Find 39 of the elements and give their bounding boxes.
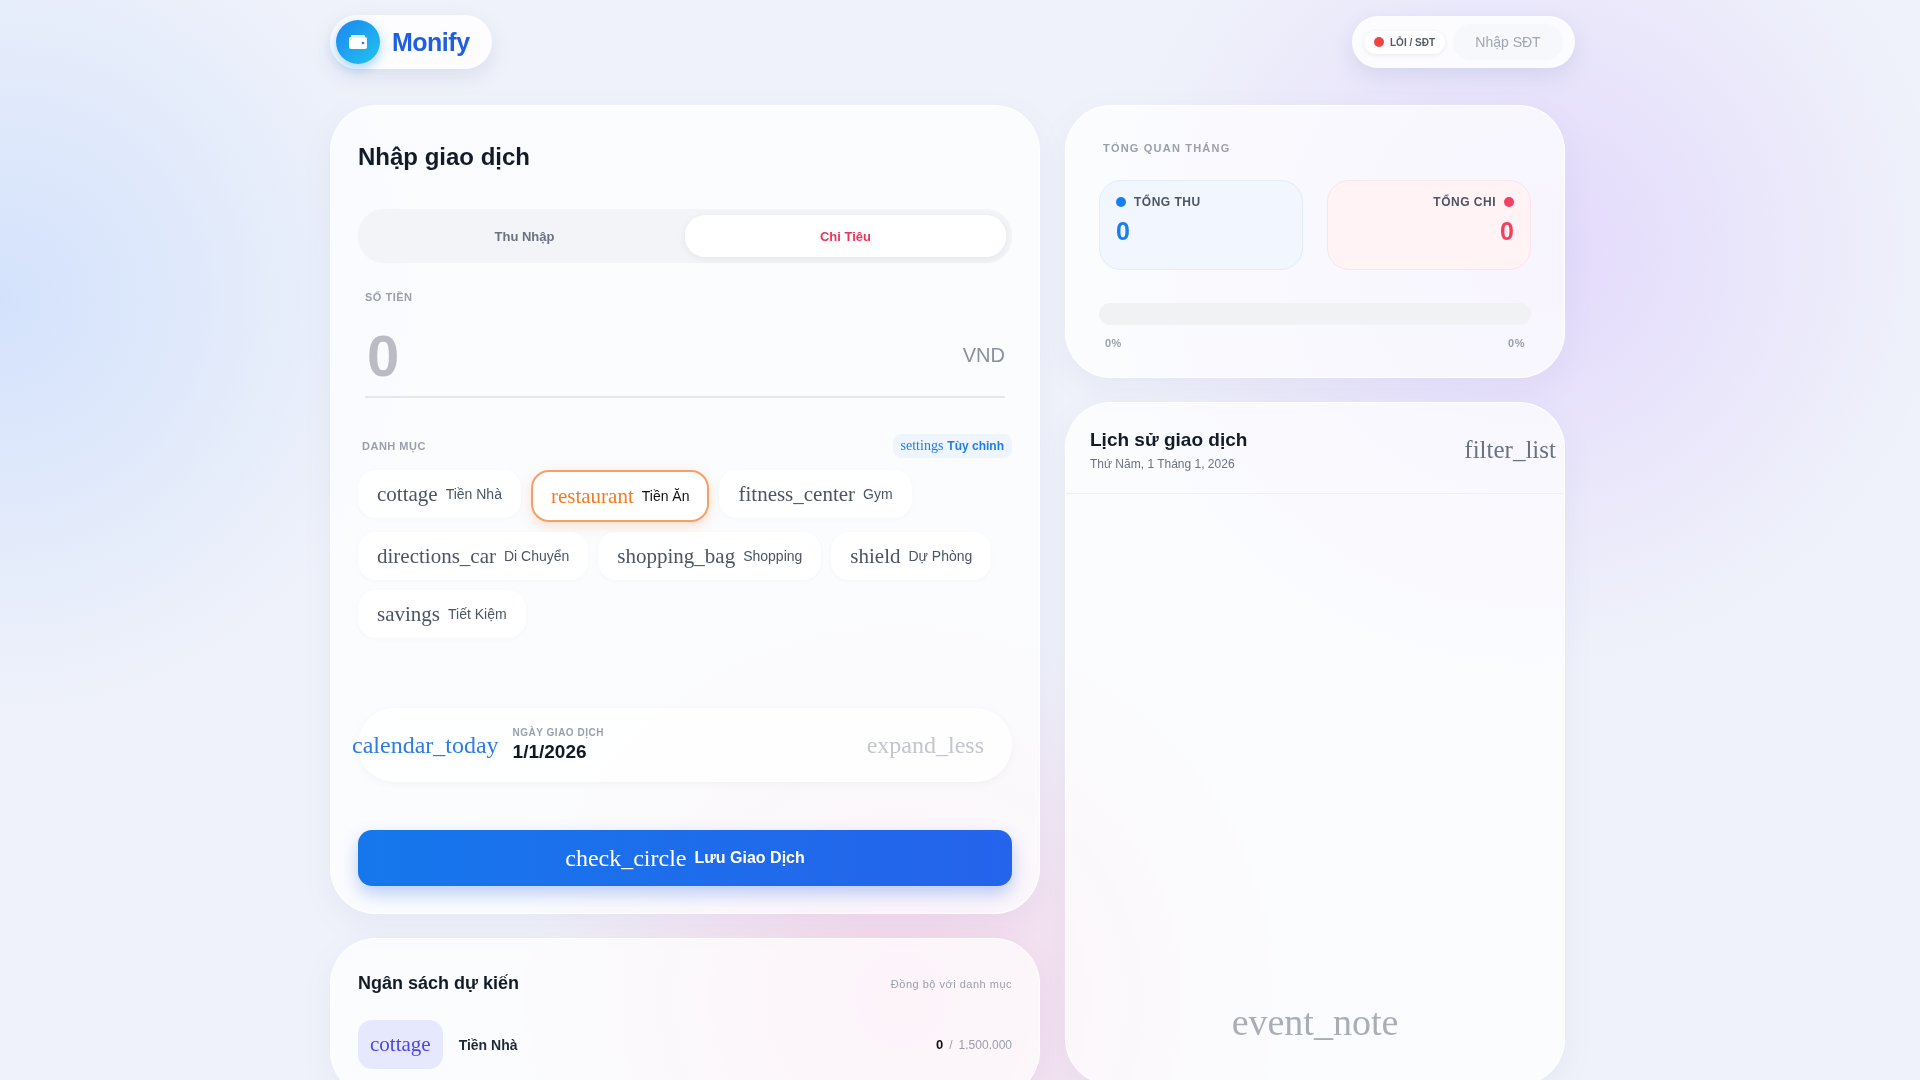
customize-button[interactable]: settings Tùy chỉnh <box>892 434 1012 458</box>
amount-field[interactable]: 0 <box>365 321 963 390</box>
total-label: TỔNG CHI <box>1433 195 1496 209</box>
category-chip[interactable]: cottage Tiền Nhà <box>358 470 521 518</box>
total-value: 0 <box>1500 217 1514 246</box>
category-chip[interactable]: shield Dự Phòng <box>831 532 992 580</box>
budget-name: Tiền Nhà <box>458 1036 519 1053</box>
category-chip[interactable]: directions_car Di Chuyển <box>358 532 589 580</box>
percent-label: 0% <box>1508 337 1525 349</box>
status-badge: LỖI / SĐT <box>1364 30 1445 54</box>
category-chip[interactable]: shopping_bag Shopping <box>598 532 822 580</box>
brand-name: Monify <box>392 27 470 57</box>
sync-label: Đồng bộ với danh mục <box>890 977 1012 990</box>
currency-label: VND <box>962 344 1005 367</box>
percent-label: 0% <box>1105 337 1122 349</box>
type-tab[interactable]: Thu Nhập <box>364 215 685 257</box>
category-icon: cottage <box>358 1020 443 1069</box>
save-button[interactable]: check_circle Lưu Giao Dịch <box>358 830 1012 886</box>
calendar-icon: calendar_today <box>352 731 499 759</box>
panel-title: Lịch sử giao dịch <box>1090 429 1248 451</box>
category-chip[interactable]: fitness_center Gym <box>719 470 912 518</box>
total-label: TỔNG THU <box>1134 195 1201 209</box>
panel-title: Nhập giao dịch <box>358 142 531 171</box>
field-label: SỐ TIỀN <box>365 291 414 303</box>
date-value: 1/1/2026 <box>512 741 588 763</box>
empty-state-icon: event_note <box>1231 980 1399 1064</box>
total-value: 0 <box>1116 217 1130 246</box>
category-chip[interactable]: restaurant Tiền Ăn <box>530 470 710 522</box>
history-date: Thứ Năm, 1 Tháng 1, 2026 <box>1090 457 1236 471</box>
panel-title: Ngân sách dự kiến <box>358 973 520 994</box>
phone-field[interactable]: Nhập SĐT <box>1453 24 1563 60</box>
wallet-icon <box>336 20 380 64</box>
section-title: TỔNG QUAN THÁNG <box>1102 142 1232 154</box>
field-label: NGÀY GIAO DỊCH <box>512 727 605 738</box>
type-tab[interactable]: Chi Tiêu <box>685 215 1006 257</box>
section-label: DANH MỤC <box>362 440 426 452</box>
budget-amount: 0 / 1.500.000 <box>936 1037 1012 1052</box>
filter-button[interactable]: filter_list <box>1458 435 1564 465</box>
category-chip[interactable]: savings Tiết Kiệm <box>358 590 526 638</box>
